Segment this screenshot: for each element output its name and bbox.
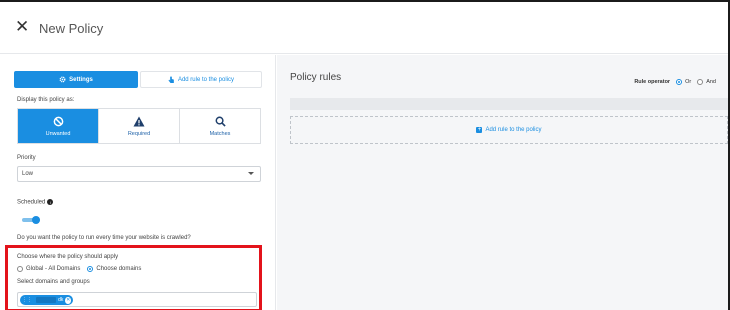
modal-header: ✕ New Policy bbox=[0, 2, 728, 54]
priority-value: Low bbox=[22, 171, 34, 177]
add-rule-link[interactable]: Add rule to the policy bbox=[485, 127, 541, 133]
display-label: Display this policy as: bbox=[17, 97, 75, 103]
scheduled-label-row: Scheduled i bbox=[17, 199, 54, 206]
operator-and-label: And bbox=[706, 79, 716, 85]
tab-add-rule-label: Add rule to the policy bbox=[177, 76, 235, 83]
scheduled-label: Scheduled bbox=[17, 199, 46, 206]
plus-icon: + bbox=[476, 127, 483, 133]
page-title: New Policy bbox=[39, 21, 104, 36]
tab-settings[interactable]: Settings bbox=[14, 71, 138, 88]
rules-header-band bbox=[290, 98, 728, 110]
radio-operator-or[interactable] bbox=[676, 79, 683, 85]
choice-matches[interactable]: Matches bbox=[180, 109, 260, 143]
tab-add-rule[interactable]: Add rule to the policy bbox=[140, 71, 262, 88]
rule-operator: Rule operator Or And bbox=[634, 79, 716, 85]
priority-select[interactable]: Low bbox=[17, 166, 261, 182]
info-icon: i bbox=[47, 199, 54, 205]
highlight-box bbox=[5, 245, 262, 310]
choice-required[interactable]: Required bbox=[99, 109, 180, 143]
choice-required-label: Required bbox=[127, 130, 151, 137]
rules-panel: Policy rules Rule operator Or And + Add … bbox=[277, 55, 728, 310]
scheduled-question: Do you want the policy to run every time… bbox=[17, 235, 191, 241]
chevron-down-icon bbox=[248, 172, 254, 175]
ban-icon bbox=[53, 116, 63, 126]
search-icon bbox=[215, 116, 226, 127]
choice-unwanted[interactable]: Unwanted bbox=[18, 109, 99, 143]
rule-operator-label: Rule operator bbox=[634, 79, 671, 85]
tab-settings-label: Settings bbox=[69, 76, 93, 83]
toggle-knob bbox=[32, 216, 40, 224]
add-rule-dropzone[interactable]: + Add rule to the policy bbox=[290, 116, 728, 144]
choice-unwanted-label: Unwanted bbox=[45, 130, 71, 137]
radio-operator-and[interactable] bbox=[697, 79, 704, 85]
display-choice-group: Unwanted Required Matches bbox=[17, 108, 261, 144]
priority-label: Priority bbox=[17, 155, 36, 161]
choice-matches-label: Matches bbox=[209, 130, 231, 137]
warning-icon bbox=[133, 116, 145, 126]
settings-panel: Settings Add rule to the policy Display … bbox=[0, 55, 276, 310]
operator-or-label: Or bbox=[685, 79, 692, 85]
gear-icon bbox=[59, 76, 66, 83]
rules-title: Policy rules bbox=[290, 72, 342, 83]
pointer-hand-icon bbox=[168, 76, 174, 83]
close-icon[interactable]: ✕ bbox=[15, 18, 29, 35]
scheduled-toggle[interactable] bbox=[22, 216, 40, 224]
